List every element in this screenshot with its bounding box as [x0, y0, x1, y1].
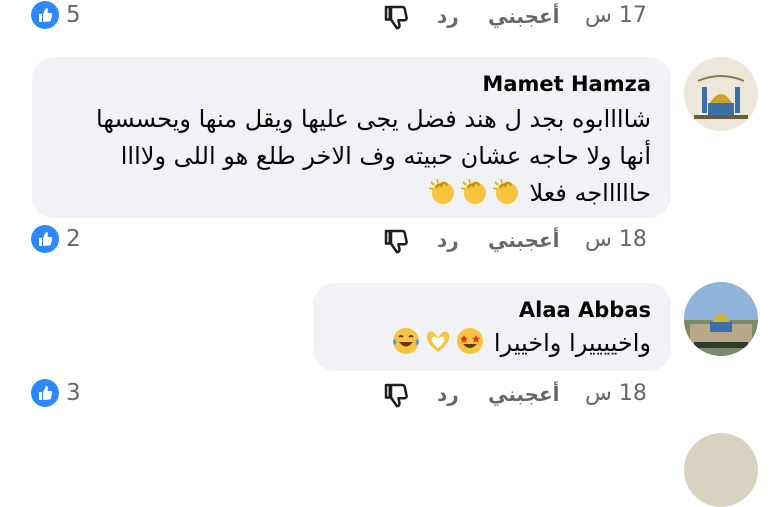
timestamp[interactable]: 18 س: [585, 226, 647, 254]
reply-button[interactable]: رد: [437, 226, 459, 254]
like-reaction-badge[interactable]: [31, 225, 59, 253]
comment-actions: 2 رد أعجبني 18 س: [0, 225, 779, 259]
like-count: 5: [66, 2, 81, 28]
like-count: 2: [66, 226, 81, 252]
like-button[interactable]: أعجبني: [488, 226, 560, 254]
avatar-image: [684, 282, 758, 356]
star-struck-face-icon: [457, 328, 484, 354]
comment-text: حاااااجه فعلا: [529, 179, 651, 207]
thumbs-down-icon[interactable]: [381, 2, 411, 32]
tears-of-joy-face-icon: [393, 328, 420, 354]
comment-actions-top: 5 رد أعجبني 17 س: [0, 1, 779, 35]
comment-bubble: Alaa Abbas واخييييرا واخييرا: [313, 283, 671, 371]
thumbs-down-icon[interactable]: [381, 226, 411, 256]
comment-author[interactable]: Mamet Hamza: [482, 72, 651, 96]
reply-button[interactable]: رد: [437, 2, 459, 30]
comment-text-line: شاااابوه بجد ل هند فضل يجى عليها ويقل من…: [96, 105, 651, 133]
thumbs-up-icon: [39, 8, 53, 22]
avatar[interactable]: [684, 282, 758, 356]
comment-actions: 3 رد أعجبني 18 س: [0, 379, 779, 413]
avatar[interactable]: [684, 433, 758, 507]
like-button[interactable]: أعجبني: [488, 380, 560, 408]
comment-bubble: Mamet Hamza شاااابوه بجد ل هند فضل يجى ع…: [32, 57, 671, 218]
comment-text-line-with-emoji: واخييييرا واخييرا: [390, 325, 651, 362]
like-reaction-badge[interactable]: [31, 1, 59, 29]
like-count: 3: [66, 380, 81, 406]
like-button[interactable]: أعجبني: [488, 2, 560, 30]
timestamp[interactable]: 18 س: [585, 380, 647, 408]
comment-text-line-with-emoji: حاااااجه فعلا: [426, 175, 651, 212]
timestamp[interactable]: 17 س: [585, 2, 647, 30]
reply-button[interactable]: رد: [437, 380, 459, 408]
comment-text-line: أنها ولا حاجه عشان حبيته وف الاخر طلع هو…: [120, 142, 651, 170]
comment-text: واخييييرا واخييرا: [493, 329, 651, 357]
avatar-image: [684, 57, 758, 131]
like-reaction-badge[interactable]: [31, 379, 59, 407]
avatar[interactable]: [684, 57, 758, 131]
heart-hands-icon: [427, 331, 450, 352]
comment-author[interactable]: Alaa Abbas: [519, 298, 651, 322]
clapping-hands-icon: [460, 178, 486, 204]
thumbs-down-icon[interactable]: [381, 380, 411, 410]
clapping-hands-icon: [492, 178, 518, 204]
thumbs-up-icon: [39, 232, 53, 246]
thumbs-up-icon: [39, 386, 53, 400]
clapping-hands-icon: [428, 178, 454, 204]
